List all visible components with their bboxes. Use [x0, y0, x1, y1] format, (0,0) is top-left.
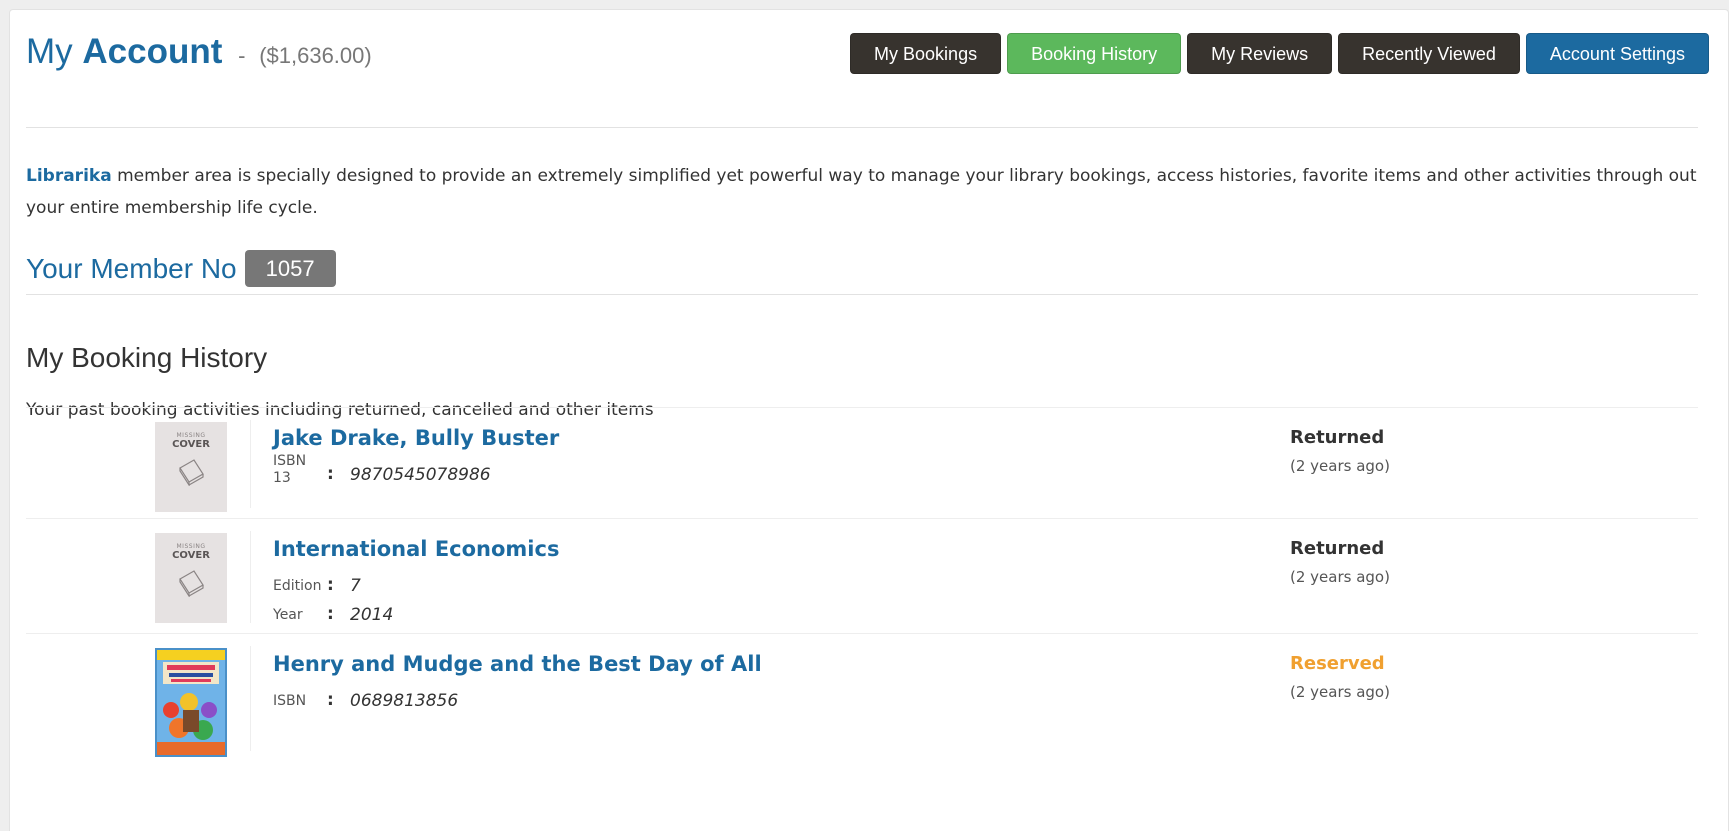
meta-value-edition: 7	[350, 576, 361, 596]
recently-viewed-button[interactable]: Recently Viewed	[1338, 33, 1520, 74]
page-header: My Account - ($1,636.00)	[26, 32, 372, 72]
booking-history-button[interactable]: Booking History	[1007, 33, 1182, 74]
row-divider-line	[250, 420, 251, 508]
missing-cover-image: MISSING COVER	[155, 422, 227, 512]
meta-label-isbn13: ISBN 13	[273, 453, 307, 486]
title-word-my: My	[26, 32, 73, 71]
intro-paragraph: Librarika member area is specially desig…	[26, 160, 1698, 224]
book-icon	[179, 570, 204, 597]
page-title: My Account - ($1,636.00)	[26, 32, 372, 72]
brand-name: Librarika	[26, 166, 112, 186]
status-time: (2 years ago)	[1290, 683, 1390, 701]
book-title-link[interactable]: Jake Drake, Bully Buster	[273, 426, 559, 450]
member-number-label: Your Member No	[26, 252, 237, 284]
cover-text: COVER	[172, 550, 210, 561]
status-time: (2 years ago)	[1290, 568, 1390, 586]
booking-row: Henry and Mudge and the Best Day of All …	[26, 633, 1698, 763]
meta-label-year: Year	[273, 607, 303, 623]
book-cover-image	[155, 648, 227, 757]
cover-missing-text: MISSING	[176, 543, 206, 550]
status-badge: Returned	[1290, 427, 1385, 448]
meta-value-year: 2014	[350, 605, 394, 625]
member-number-badge: 1057	[244, 250, 336, 287]
meta-label-isbn: ISBN	[273, 693, 307, 709]
member-number-row: Your Member No 1057	[26, 250, 336, 287]
meta-label-edition: Edition	[273, 578, 322, 594]
title-word-account: Account	[82, 32, 223, 71]
status-badge: Returned	[1290, 538, 1385, 559]
book-title-link[interactable]: International Economics	[273, 537, 559, 561]
meta-colon: :	[327, 690, 334, 710]
meta-colon: :	[327, 464, 334, 484]
cover-text: COVER	[172, 439, 210, 450]
cover-illustration	[157, 650, 225, 755]
booking-history-title: My Booking History	[26, 342, 268, 373]
row-divider-line	[250, 646, 251, 751]
status-time: (2 years ago)	[1290, 457, 1390, 475]
meta-colon: :	[327, 575, 334, 595]
account-nav: My Bookings Booking History My Reviews R…	[850, 33, 1709, 74]
missing-cover-image: MISSING COVER	[155, 533, 227, 623]
meta-value-isbn: 0689813856	[350, 691, 459, 711]
my-bookings-button[interactable]: My Bookings	[850, 33, 1002, 74]
book-icon	[179, 459, 204, 486]
book-title-link[interactable]: Henry and Mudge and the Best Day of All	[273, 652, 762, 676]
header-divider	[26, 127, 1698, 128]
title-separator: -	[238, 43, 246, 68]
booking-row: MISSING COVER Jake Drake, Bully Buster I…	[26, 407, 1698, 518]
my-reviews-button[interactable]: My Reviews	[1187, 33, 1333, 74]
account-panel: My Account - ($1,636.00) My Bookings Boo…	[9, 9, 1729, 831]
intro-text: member area is specially designed to pro…	[26, 166, 1697, 218]
row-divider-line	[250, 531, 251, 623]
meta-colon: :	[327, 604, 334, 624]
account-settings-button[interactable]: Account Settings	[1525, 33, 1709, 74]
booking-row: MISSING COVER International Economics Ed…	[26, 518, 1698, 633]
meta-value-isbn13: 9870545078986	[350, 465, 491, 485]
member-divider	[26, 294, 1698, 295]
account-balance: ($1,636.00)	[259, 43, 372, 68]
status-badge: Reserved	[1290, 653, 1385, 674]
cover-missing-text: MISSING	[176, 432, 206, 439]
